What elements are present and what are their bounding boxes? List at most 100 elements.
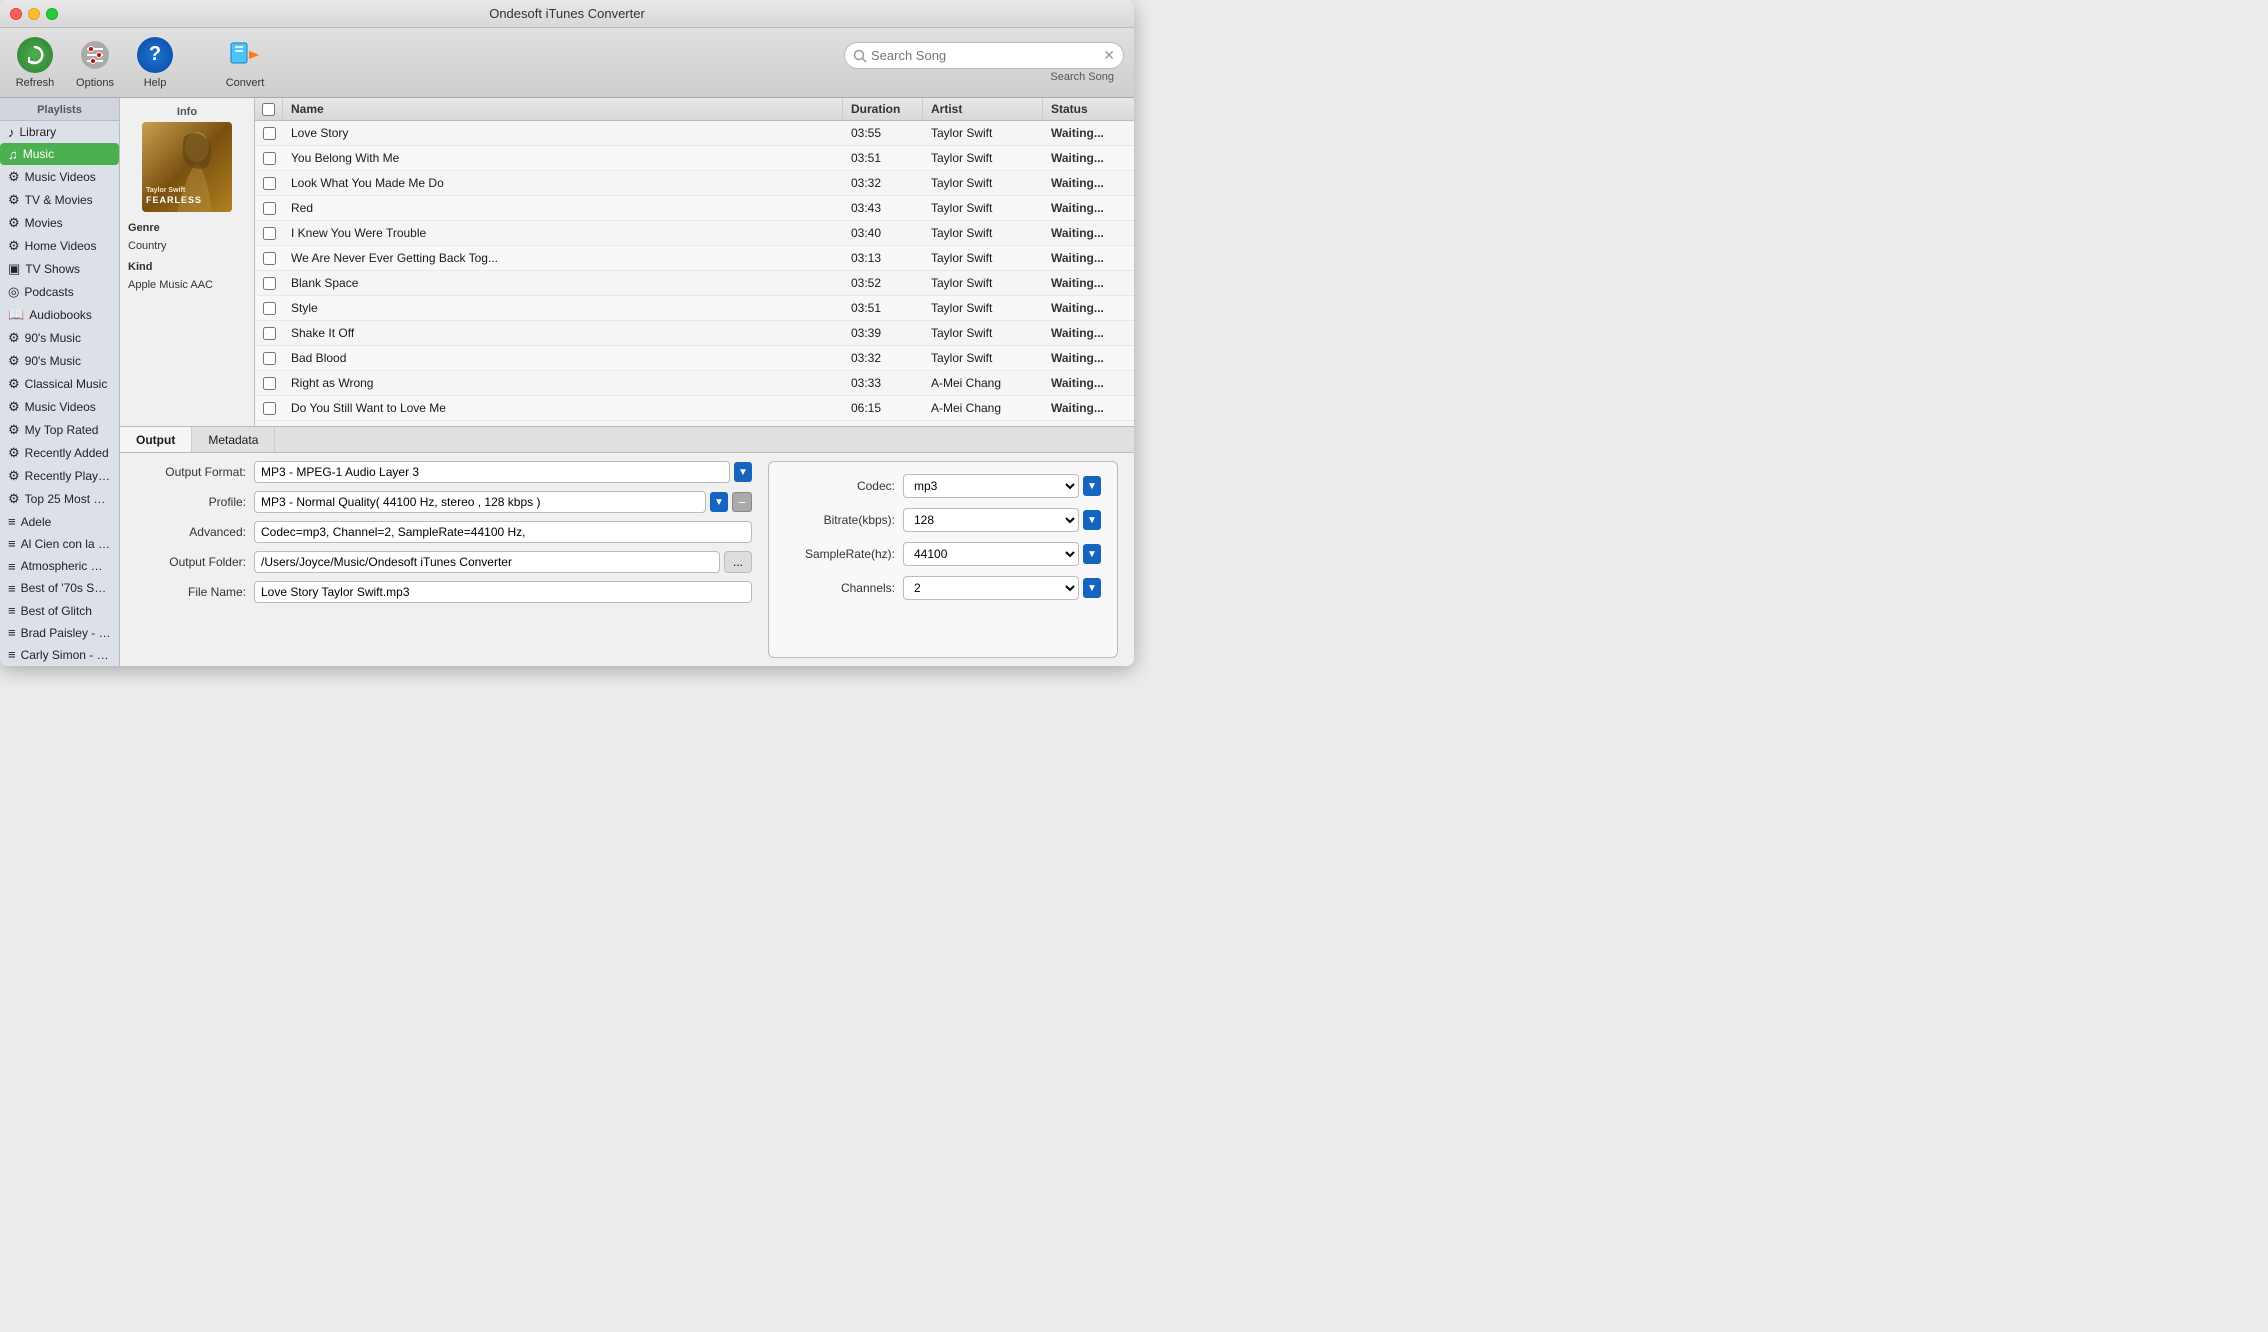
table-row[interactable]: I Knew You Were Trouble03:40Taylor Swift… xyxy=(255,221,1134,246)
table-row[interactable]: Red03:43Taylor SwiftWaiting...Red xyxy=(255,196,1134,221)
song-duration: 03:40 xyxy=(843,221,923,245)
options-icon xyxy=(77,37,113,73)
table-row[interactable]: You Belong With Me03:51Taylor SwiftWaiti… xyxy=(255,146,1134,171)
song-checkbox[interactable] xyxy=(263,152,276,165)
codec-arrow[interactable]: ▼ xyxy=(1083,476,1101,496)
song-checkbox[interactable] xyxy=(263,227,276,240)
table-row[interactable]: Love Story03:55Taylor SwiftWaiting...Fea… xyxy=(255,121,1134,146)
refresh-button[interactable]: Refresh xyxy=(10,33,60,93)
sidebar-icon-atmospheric-glitch: ≡ xyxy=(8,559,16,574)
sidebar-icon-home-videos: ⚙ xyxy=(8,238,20,254)
minimize-button[interactable] xyxy=(28,8,40,20)
samplerate-select[interactable]: 44100 xyxy=(903,542,1079,566)
options-button[interactable]: Options xyxy=(70,33,120,93)
sidebar-item-movies[interactable]: ⚙Movies xyxy=(0,211,119,234)
kind-value: Apple Music AAC xyxy=(128,277,246,295)
table-row[interactable]: Right as Wrong03:33A-Mei ChangWaiting...… xyxy=(255,371,1134,396)
sidebar-item-90s-music2[interactable]: ⚙90's Music xyxy=(0,350,119,373)
sidebar-item-classical[interactable]: ⚙Classical Music xyxy=(0,373,119,396)
album-art: Taylor Swift FEARLESS xyxy=(142,122,232,212)
bitrate-arrow[interactable]: ▼ xyxy=(1083,510,1101,530)
profile-row: Profile: MP3 - Normal Quality( 44100 Hz,… xyxy=(136,491,752,513)
search-input[interactable] xyxy=(871,48,1099,63)
sidebar-item-90s-music[interactable]: ⚙90's Music xyxy=(0,327,119,350)
sidebar-item-best-glitch[interactable]: ≡Best of Glitch xyxy=(0,599,119,621)
genre-label: Genre xyxy=(128,220,246,238)
song-checkbox[interactable] xyxy=(263,277,276,290)
convert-button[interactable]: Convert xyxy=(220,33,270,93)
channels-arrow[interactable]: ▼ xyxy=(1083,578,1101,598)
song-checkbox-cell xyxy=(255,397,283,420)
song-checkbox-cell xyxy=(255,247,283,270)
song-checkbox[interactable] xyxy=(263,177,276,190)
table-row[interactable]: Shake It Off03:39Taylor SwiftWaiting...1… xyxy=(255,321,1134,346)
sidebar-item-label-audiobooks: Audiobooks xyxy=(29,308,92,322)
close-button[interactable] xyxy=(10,8,22,20)
song-checkbox[interactable] xyxy=(263,327,276,340)
sidebar-item-brad-paisley[interactable]: ≡Brad Paisley - Love and Wa... xyxy=(0,622,119,644)
sidebar-item-recently-played[interactable]: ⚙Recently Played xyxy=(0,465,119,488)
sidebar-icon-library: ♪ xyxy=(8,125,15,140)
table-row[interactable]: Blank Space03:52Taylor SwiftWaiting...19… xyxy=(255,271,1134,296)
song-status: Waiting... xyxy=(1043,146,1134,170)
song-checkbox[interactable] xyxy=(263,252,276,265)
select-all-checkbox[interactable] xyxy=(262,103,275,116)
sidebar-item-music-videos[interactable]: ⚙Music Videos xyxy=(0,165,119,188)
advanced-input[interactable] xyxy=(254,521,752,543)
sidebar-item-tv-shows[interactable]: ▣TV Shows xyxy=(0,257,119,280)
profile-arrow[interactable]: ▼ xyxy=(710,492,728,512)
sidebar-item-my-top-rated[interactable]: ⚙My Top Rated xyxy=(0,419,119,442)
table-row[interactable]: We Are Never Ever Getting Back Tog...03:… xyxy=(255,246,1134,271)
file-name-input[interactable] xyxy=(254,581,752,603)
sidebar-item-audiobooks[interactable]: 📖Audiobooks xyxy=(0,304,119,327)
sidebar-item-music-videos2[interactable]: ⚙Music Videos xyxy=(0,396,119,419)
samplerate-arrow[interactable]: ▼ xyxy=(1083,544,1101,564)
sidebar-item-adele[interactable]: ≡Adele xyxy=(0,511,119,533)
sidebar-item-best-70s[interactable]: ≡Best of '70s Soft Rock xyxy=(0,577,119,599)
browse-button[interactable]: ... xyxy=(724,551,752,573)
advanced-row: Advanced: xyxy=(136,521,752,543)
output-format-select[interactable]: MP3 - MPEG-1 Audio Layer 3 xyxy=(254,461,730,483)
tab-output[interactable]: Output xyxy=(120,427,192,452)
output-folder-input[interactable] xyxy=(254,551,720,573)
table-row[interactable]: Bad Blood03:32Taylor SwiftWaiting...1989 xyxy=(255,346,1134,371)
song-checkbox[interactable] xyxy=(263,127,276,140)
song-artist: Taylor Swift xyxy=(923,321,1043,345)
song-status: Waiting... xyxy=(1043,121,1134,145)
app-window: Ondesoft iTunes Converter Refresh xyxy=(0,0,1134,666)
song-checkbox[interactable] xyxy=(263,352,276,365)
output-format-arrow[interactable]: ▼ xyxy=(734,462,752,482)
sidebar-item-label-music: Music xyxy=(23,147,54,161)
sidebar-item-music[interactable]: ♫Music xyxy=(0,143,119,165)
sidebar-item-home-videos[interactable]: ⚙Home Videos xyxy=(0,234,119,257)
tab-metadata[interactable]: Metadata xyxy=(192,427,275,452)
profile-select[interactable]: MP3 - Normal Quality( 44100 Hz, stereo ,… xyxy=(254,491,706,513)
sidebar-item-carly-simon[interactable]: ≡Carly Simon - Chimes of... xyxy=(0,644,119,666)
sidebar-item-al-cien[interactable]: ≡Al Cien con la Banda 💯 xyxy=(0,533,119,555)
sidebar-item-tv-movies[interactable]: ⚙TV & Movies xyxy=(0,188,119,211)
codec-select[interactable]: mp3 xyxy=(903,474,1079,498)
sidebar-item-atmospheric-glitch[interactable]: ≡Atmospheric Glitch xyxy=(0,555,119,577)
table-row[interactable]: Style03:51Taylor SwiftWaiting...1989 xyxy=(255,296,1134,321)
song-checkbox[interactable] xyxy=(263,377,276,390)
help-button[interactable]: ? Help xyxy=(130,33,180,93)
channels-select[interactable]: 2 xyxy=(903,576,1079,600)
sidebar-item-recently-added[interactable]: ⚙Recently Added xyxy=(0,442,119,465)
table-row[interactable]: Look What You Made Me Do03:32Taylor Swif… xyxy=(255,171,1134,196)
file-name-row: File Name: xyxy=(136,581,752,603)
profile-minus-btn[interactable]: − xyxy=(732,492,752,512)
sidebar-item-library[interactable]: ♪Library xyxy=(0,121,119,143)
maximize-button[interactable] xyxy=(46,8,58,20)
bitrate-select[interactable]: 128 xyxy=(903,508,1079,532)
song-name: Shake It Off xyxy=(283,321,843,345)
search-clear-icon[interactable]: ✕ xyxy=(1103,47,1115,64)
song-checkbox-cell xyxy=(255,222,283,245)
song-checkbox[interactable] xyxy=(263,302,276,315)
table-row[interactable]: Do You Still Want to Love Me06:15A-Mei C… xyxy=(255,396,1134,421)
sidebar-item-top25[interactable]: ⚙Top 25 Most Played xyxy=(0,488,119,511)
sidebar-item-podcasts[interactable]: ◎Podcasts xyxy=(0,280,119,303)
song-checkbox[interactable] xyxy=(263,202,276,215)
song-checkbox[interactable] xyxy=(263,402,276,415)
song-status: Waiting... xyxy=(1043,346,1134,370)
col-header-name: Name xyxy=(283,98,843,120)
